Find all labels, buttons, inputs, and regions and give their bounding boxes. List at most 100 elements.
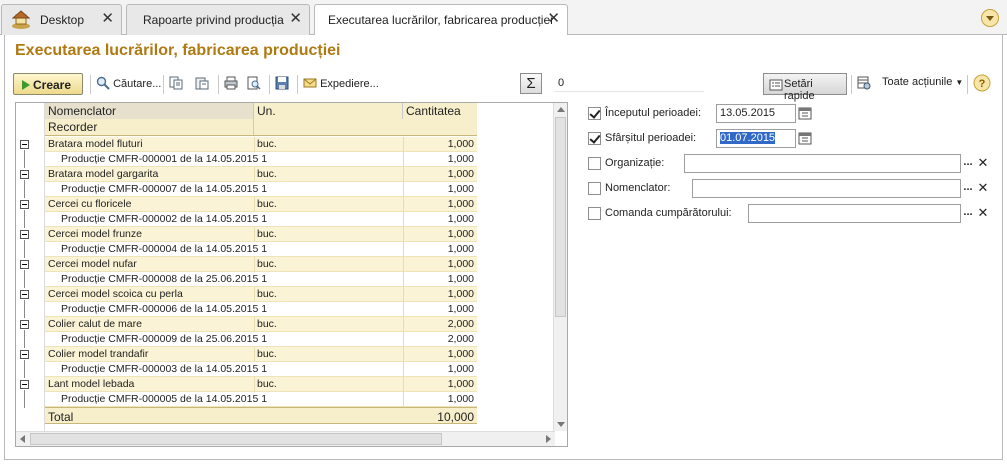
cell-unit: buc. <box>257 228 277 240</box>
table-row-group[interactable]: Lant model lebada buc. 1,000 <box>45 377 477 392</box>
tab-menu-icon[interactable] <box>981 9 999 27</box>
desktop-icon <box>11 10 31 29</box>
period-end-row: Sfârșitul perioadei: 01.07.2015 <box>588 129 993 149</box>
period-start-checkbox[interactable] <box>588 107 601 120</box>
close-icon[interactable]: ✕ <box>547 11 560 27</box>
organization-clear-icon[interactable]: ✕ <box>976 155 990 172</box>
collapse-icon[interactable] <box>20 380 29 389</box>
cell-unit: buc. <box>257 198 277 210</box>
nomenclator-row: Nomenclator: ... ✕ <box>588 179 993 199</box>
tree-line <box>24 300 25 318</box>
table-row-document[interactable]: Producție CMFR-000006 de la 14.05.2015 1… <box>45 302 477 317</box>
table-row-group[interactable]: Cercei model frunze buc. 1,000 <box>45 227 477 242</box>
period-end-input[interactable]: 01.07.2015 <box>716 129 796 148</box>
scroll-up-icon[interactable] <box>557 107 565 112</box>
cell-recorder: Producție CMFR-000001 de la 14.05.2015 1… <box>61 153 267 165</box>
sum-button[interactable]: Σ <box>520 73 542 94</box>
table-row-group[interactable]: Cercei cu floricele buc. 1,000 <box>45 197 477 212</box>
order-input[interactable] <box>748 204 961 223</box>
sigma-icon: Σ <box>526 75 536 92</box>
collapse-icon[interactable] <box>20 140 29 149</box>
calendar-icon[interactable] <box>797 105 813 122</box>
collapse-icon[interactable] <box>20 170 29 179</box>
order-row: Comanda cumpărătorului: ... ✕ <box>588 204 993 224</box>
table-row-document[interactable]: Producție CMFR-000009 de la 25.06.2015 1… <box>45 332 477 347</box>
collapse-icon[interactable] <box>20 350 29 359</box>
cell-recorder: Producție CMFR-000007 de la 14.05.2015 1… <box>61 183 267 195</box>
scroll-left-icon[interactable] <box>20 435 25 443</box>
collapse-icon[interactable] <box>20 290 29 299</box>
scroll-thumb[interactable] <box>555 117 566 317</box>
cell-quantity: 1,000 <box>447 228 474 240</box>
help-button[interactable]: ? <box>973 74 991 92</box>
column-header-quantity[interactable]: Cantitatea <box>403 103 477 119</box>
print-preview-button[interactable] <box>247 76 261 94</box>
copy-button[interactable] <box>169 76 183 94</box>
column-header-unit[interactable]: Un. <box>254 103 403 119</box>
order-clear-icon[interactable]: ✕ <box>976 205 990 222</box>
all-actions-button[interactable]: Toate acțiunile ▼ <box>882 76 963 94</box>
scroll-thumb[interactable] <box>30 433 442 445</box>
collapse-icon[interactable] <box>20 230 29 239</box>
save-button[interactable] <box>275 76 289 94</box>
nomenclator-checkbox[interactable] <box>588 182 601 195</box>
table-row-document[interactable]: Producție CMFR-000008 de la 25.06.2015 1… <box>45 272 477 287</box>
create-button[interactable]: Creare <box>13 73 83 95</box>
send-button[interactable]: Expediere... <box>303 76 379 94</box>
horizontal-scrollbar[interactable] <box>16 431 555 446</box>
print-icon <box>224 76 238 90</box>
total-value: 10,000 <box>437 410 474 424</box>
close-icon[interactable]: ✕ <box>101 11 114 27</box>
order-label: Comanda cumpărătorului: <box>605 207 732 219</box>
column-header-recorder[interactable]: Recorder <box>45 119 254 135</box>
table-row-document[interactable]: Producție CMFR-000003 de la 14.05.2015 1… <box>45 362 477 377</box>
table-row-group[interactable]: Cercei model scoica cu perla buc. 1,000 <box>45 287 477 302</box>
column-header-nomenclator[interactable]: Nomenclator <box>45 103 254 119</box>
period-start-input[interactable]: 13.05.2015 <box>716 104 796 123</box>
tab-reports[interactable]: Rapoarte privind producția ✕ <box>126 4 310 35</box>
print-button[interactable] <box>224 76 238 94</box>
close-icon[interactable]: ✕ <box>289 11 302 27</box>
organization-input[interactable] <box>684 154 961 173</box>
paste-button[interactable] <box>195 76 209 94</box>
tab-execution[interactable]: Executarea lucrărilor, fabricarea produc… <box>314 4 568 36</box>
table-row-group[interactable]: Bratara model gargarita buc. 1,000 <box>45 167 477 182</box>
table-row-document[interactable]: Producție CMFR-000007 de la 14.05.2015 1… <box>45 182 477 197</box>
collapse-icon[interactable] <box>20 200 29 209</box>
organization-select-button[interactable]: ... <box>961 155 975 172</box>
calendar-icon[interactable] <box>797 130 813 147</box>
toolbar-divider <box>851 75 852 94</box>
cell-nomenclator: Cercei model scoica cu perla <box>48 288 183 300</box>
collapse-icon[interactable] <box>20 260 29 269</box>
scroll-down-icon[interactable] <box>557 422 565 427</box>
vertical-scrollbar[interactable] <box>553 103 567 431</box>
table-row-group[interactable]: Colier calut de mare buc. 2,000 <box>45 317 477 332</box>
tab-desktop-label: Desktop <box>40 13 85 27</box>
table-row-group[interactable]: Cercei model nufar buc. 1,000 <box>45 257 477 272</box>
table-row-document[interactable]: Producție CMFR-000005 de la 14.05.2015 1… <box>45 392 477 407</box>
collapse-icon[interactable] <box>20 320 29 329</box>
tab-desktop[interactable]: Desktop ✕ <box>1 4 122 35</box>
table-row-group[interactable]: Bratara model fluturi buc. 1,000 <box>45 137 477 152</box>
order-select-button[interactable]: ... <box>961 205 975 222</box>
scroll-right-icon[interactable] <box>546 435 551 443</box>
cell-nomenclator: Lant model lebada <box>48 378 135 390</box>
quick-settings-button[interactable]: Setări rapide <box>763 73 847 102</box>
table-row-document[interactable]: Producție CMFR-000001 de la 14.05.2015 1… <box>45 152 477 167</box>
period-end-checkbox[interactable] <box>588 132 601 145</box>
report-table[interactable]: Nomenclator Un. Cantitatea Recorder Brat… <box>15 102 568 447</box>
cell-recorder: Producție CMFR-000004 de la 14.05.2015 1… <box>61 243 267 255</box>
nomenclator-clear-icon[interactable]: ✕ <box>976 180 990 197</box>
table-row-document[interactable]: Producție CMFR-000002 de la 14.05.2015 1… <box>45 212 477 227</box>
toolbar-divider <box>218 75 219 94</box>
nomenclator-select-button[interactable]: ... <box>961 180 975 197</box>
nomenclator-input[interactable] <box>692 179 961 198</box>
order-checkbox[interactable] <box>588 207 601 220</box>
table-row-document[interactable]: Producție CMFR-000004 de la 14.05.2015 1… <box>45 242 477 257</box>
cell-quantity: 1,000 <box>447 378 474 390</box>
organization-checkbox[interactable] <box>588 157 601 170</box>
cell-recorder: Producție CMFR-000006 de la 14.05.2015 1… <box>61 303 267 315</box>
table-settings-button[interactable] <box>857 76 871 94</box>
table-row-group[interactable]: Colier model trandafir buc. 1,000 <box>45 347 477 362</box>
search-button[interactable]: Căutare... <box>96 76 161 94</box>
